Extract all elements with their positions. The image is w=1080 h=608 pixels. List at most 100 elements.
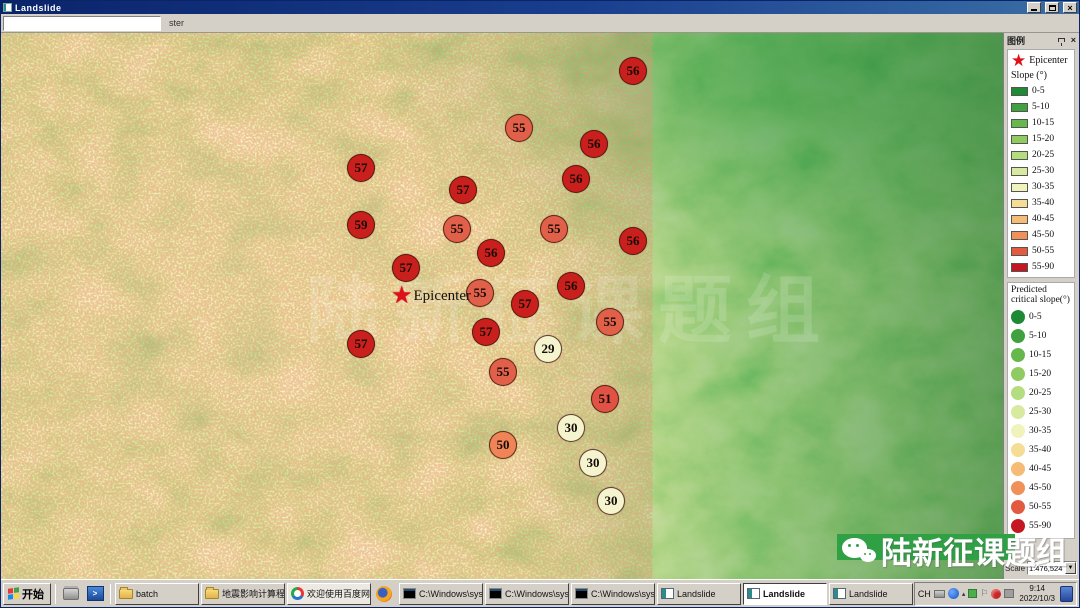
epicenter-marker[interactable]: ★ Epicenter <box>391 284 471 308</box>
slope-marker[interactable]: 56 <box>619 57 647 85</box>
tray-record-icon[interactable] <box>991 589 1001 599</box>
tray-icon-gray[interactable] <box>1004 589 1014 598</box>
slope-marker[interactable]: 30 <box>597 487 625 515</box>
legend-class-row: 25-30 <box>1011 163 1072 179</box>
tray-icon-green[interactable] <box>968 589 977 598</box>
slope-marker[interactable]: 30 <box>579 449 607 477</box>
taskbar-button-cmd[interactable]: C:\Windows\syst... <box>485 583 569 605</box>
slope-marker[interactable]: 56 <box>580 130 608 158</box>
legend-swatch <box>1011 135 1028 144</box>
slope-marker[interactable]: 29 <box>534 335 562 363</box>
legend-class-label: 35-40 <box>1029 445 1051 455</box>
slope-marker[interactable]: 55 <box>443 215 471 243</box>
landslide-icon <box>747 588 760 599</box>
legend-class-label: 0-5 <box>1032 86 1045 96</box>
legend-class-label: 25-30 <box>1032 166 1054 176</box>
taskbar-button-label: C:\Windows\syst... <box>591 589 655 599</box>
toolbar-text: ster <box>169 18 184 28</box>
taskbar-button-firefox[interactable] <box>373 583 397 605</box>
taskbar-button-folder[interactable]: batch <box>115 583 199 605</box>
tray-flag-icon[interactable]: ⚐ <box>980 588 988 599</box>
slope-marker[interactable]: 56 <box>477 239 505 267</box>
slope-marker[interactable]: 55 <box>489 358 517 386</box>
slope-marker[interactable]: 56 <box>562 165 590 193</box>
hidden-icons-arrow[interactable]: ▴ <box>962 590 966 598</box>
legend-swatch <box>1011 199 1028 208</box>
legend-class-row: 15-20 <box>1011 365 1072 384</box>
taskbar-button-label: C:\Windows\syst... <box>505 589 569 599</box>
minimize-button[interactable] <box>1027 2 1041 13</box>
slope-marker[interactable]: 59 <box>347 211 375 239</box>
slope-marker[interactable]: 51 <box>591 385 619 413</box>
legend-circle-swatch <box>1011 424 1025 438</box>
critical-legend-title: Predicted critical slope(°) <box>1011 285 1072 306</box>
toolbar: ster <box>1 14 1079 33</box>
close-button[interactable]: × <box>1063 2 1077 13</box>
bottom-watermark-text: 陆新征课题组 <box>881 535 1067 573</box>
taskbar-button-landslide[interactable]: Landslide <box>743 583 827 605</box>
pin-icon[interactable] <box>1058 38 1065 42</box>
legend-swatch <box>1011 167 1028 176</box>
slope-marker[interactable]: 57 <box>472 318 500 346</box>
slope-marker[interactable]: 57 <box>449 176 477 204</box>
critical-legend-rows: 0-5 5-10 10-15 15-20 20-25 25-30 30-35 3… <box>1011 308 1072 536</box>
legend-circle-swatch <box>1011 386 1025 400</box>
language-bar-icon[interactable] <box>1060 586 1073 602</box>
layer-combobox[interactable] <box>3 16 161 31</box>
tray-app-icon-blue[interactable] <box>948 588 959 599</box>
clock-time: 9:14 <box>1019 584 1055 593</box>
ime-indicator[interactable]: CH <box>918 589 931 599</box>
taskbar-button-landslide[interactable]: Landslide <box>829 583 913 605</box>
panel-close-icon[interactable]: × <box>1071 36 1076 45</box>
slope-marker[interactable]: 57 <box>511 290 539 318</box>
slope-marker[interactable]: 55 <box>505 114 533 142</box>
legend-class-row: 35-40 <box>1011 195 1072 211</box>
tray-printer-icon[interactable] <box>934 590 945 598</box>
minimize-icon <box>1031 9 1037 11</box>
legend-class-label: 5-10 <box>1029 331 1046 341</box>
legend-class-row: 55-90 <box>1011 517 1072 536</box>
slope-marker[interactable]: 55 <box>596 308 624 336</box>
legend-panel-header: 图例 × <box>1004 33 1079 47</box>
taskbar-button-cmd[interactable]: C:\Windows\syst... <box>399 583 483 605</box>
legend-circle-swatch <box>1011 481 1025 495</box>
slope-marker[interactable]: 57 <box>347 154 375 182</box>
legend-class-row: 0-5 <box>1011 83 1072 99</box>
quicklaunch-printer-icon[interactable] <box>60 583 82 605</box>
start-button[interactable]: 开始 <box>3 583 51 605</box>
cmd-icon <box>575 588 588 599</box>
taskbar-button-cmd[interactable]: C:\Windows\syst... <box>571 583 655 605</box>
legend-circle-swatch <box>1011 519 1025 533</box>
legend-class-label: 30-35 <box>1029 426 1051 436</box>
legend-class-label: 35-40 <box>1032 198 1054 208</box>
taskbar-button-landslide[interactable]: Landslide <box>657 583 741 605</box>
title-bar: Landslide × <box>1 1 1079 14</box>
legend-class-row: 20-25 <box>1011 384 1072 403</box>
maximize-button[interactable] <box>1045 2 1059 13</box>
legend-class-row: 15-20 <box>1011 131 1072 147</box>
legend-class-label: 20-25 <box>1032 150 1054 160</box>
taskbar-button-baidu[interactable]: 欢迎使用百度网盘 <box>287 583 371 605</box>
legend-class-row: 5-10 <box>1011 327 1072 346</box>
map-canvas[interactable]: 陆新征课题组 565556575657595555565657565557555… <box>1 33 1003 579</box>
taskbar-button-label: 地震影响计算程.. <box>222 587 285 600</box>
quicklaunch-powershell-icon[interactable] <box>84 583 106 605</box>
slope-marker[interactable]: 57 <box>392 254 420 282</box>
legend-circle-swatch <box>1011 329 1025 343</box>
slope-marker[interactable]: 56 <box>619 227 647 255</box>
legend-class-label: 25-30 <box>1029 407 1051 417</box>
epicenter-label: Epicenter <box>414 288 471 305</box>
taskbar-button-folder[interactable]: 地震影响计算程.. <box>201 583 285 605</box>
slope-marker[interactable]: 50 <box>489 431 517 459</box>
legend-class-row: 30-35 <box>1011 422 1072 441</box>
legend-circle-swatch <box>1011 462 1025 476</box>
slope-marker[interactable]: 55 <box>540 215 568 243</box>
slope-marker[interactable]: 30 <box>557 414 585 442</box>
slope-marker[interactable]: 57 <box>347 330 375 358</box>
legend-class-label: 40-45 <box>1032 214 1054 224</box>
bottom-watermark: 陆新征课题组 <box>841 535 1067 573</box>
legend-swatch <box>1011 119 1028 128</box>
clock[interactable]: 9:14 2022/10/3 <box>1017 584 1057 602</box>
legend-panel: 图例 × ★ Epicenter Slope (°) 0-5 5-10 10-1… <box>1003 33 1079 579</box>
slope-marker[interactable]: 56 <box>557 272 585 300</box>
